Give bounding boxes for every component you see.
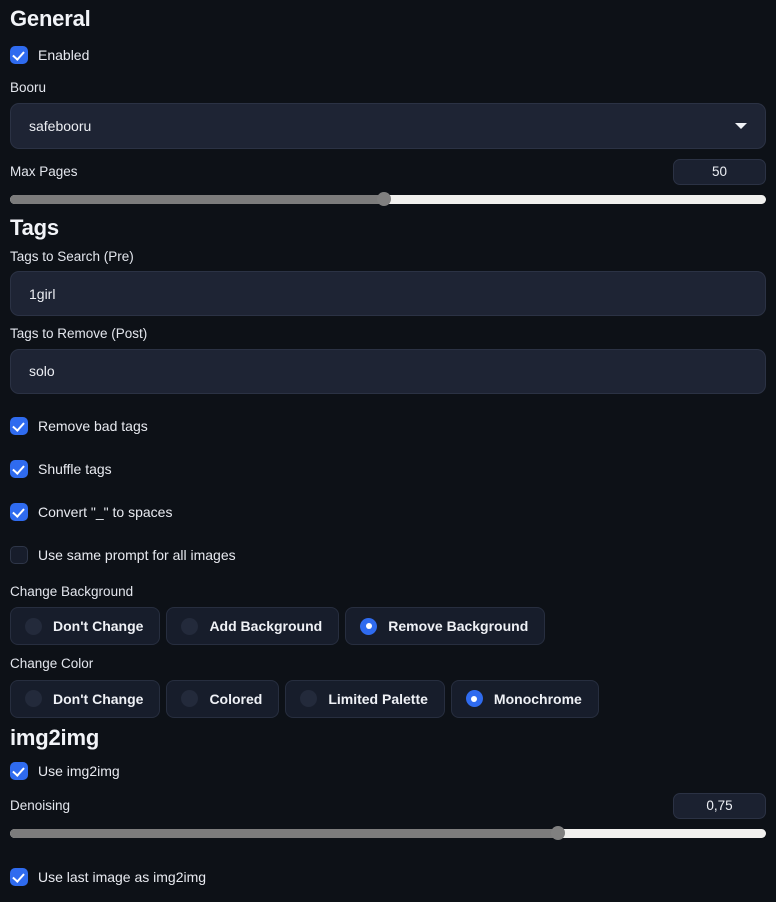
label-change-color: Change Color (10, 656, 94, 671)
select-booru-value: safebooru (29, 117, 92, 134)
input-tags-to-search[interactable]: 1girl (10, 271, 766, 316)
label-change-background: Change Background (10, 583, 134, 599)
radio-option-add-background[interactable]: Add Background (166, 607, 340, 645)
radio-icon-monochrome[interactable] (465, 690, 483, 707)
max-pages-value-input[interactable]: 50 (673, 158, 766, 185)
slider-max-pages[interactable] (10, 191, 766, 206)
radio-label-monochrome: Monochrome (493, 690, 582, 707)
checkbox-row-shuffle-tags[interactable]: Shuffle tags (10, 458, 766, 480)
slider-max-pages-fill (10, 194, 385, 204)
checkbox-row-use-img2img[interactable]: Use img2img (10, 760, 766, 782)
checkbox-use-img2img-label: Use img2img (38, 762, 120, 779)
checkbox-row-convert-underscores[interactable]: Convert "_" to spaces (10, 501, 766, 523)
checkbox-convert-underscores-label: Convert "_" to spaces (38, 503, 173, 520)
radio-icon-add-background[interactable] (181, 617, 199, 635)
checkbox-use-img2img-icon[interactable] (10, 761, 28, 780)
label-denoising: Denoising (10, 797, 71, 813)
radio-label-dont-change-color: Don't Change (53, 690, 144, 707)
checkbox-shuffle-tags-label: Shuffle tags (38, 460, 112, 477)
radio-icon-dont-change-color[interactable] (25, 690, 42, 707)
section-title-general: General (10, 6, 91, 31)
slider-max-pages-thumb[interactable] (377, 191, 392, 206)
input-tags-to-remove[interactable]: solo (10, 348, 766, 394)
checkbox-row-use-last-image[interactable]: Use last image as img2img (10, 866, 766, 888)
radio-label-colored: Colored (209, 690, 263, 707)
radio-label-dont-change-background: Don't Change (53, 618, 144, 634)
checkbox-convert-underscores-icon[interactable] (10, 502, 28, 521)
slider-denoising-fill (10, 828, 559, 838)
checkbox-use-last-image-icon[interactable] (10, 867, 28, 886)
checkbox-shuffle-tags-icon[interactable] (10, 459, 28, 478)
radio-option-limited-palette[interactable]: Limited Palette (285, 679, 445, 718)
checkbox-remove-bad-tags-icon[interactable] (10, 416, 28, 435)
checkbox-same-prompt-icon[interactable] (10, 545, 28, 564)
radio-icon-colored[interactable] (181, 690, 199, 707)
radio-option-monochrome[interactable]: Monochrome (450, 679, 599, 718)
chevron-down-icon[interactable] (735, 122, 747, 129)
slider-denoising[interactable] (10, 825, 766, 840)
settings-panel: General Enabled Booru safebooru Max Page… (0, 0, 776, 902)
label-tags-to-remove: Tags to Remove (Post) (10, 326, 148, 341)
checkbox-enabled-icon[interactable] (10, 46, 28, 64)
radio-option-remove-background[interactable]: Remove Background (345, 607, 546, 645)
label-booru: Booru (10, 80, 47, 95)
denoising-header: Denoising 0,75 (10, 792, 766, 819)
radio-label-remove-background: Remove Background (388, 618, 529, 634)
label-max-pages: Max Pages (10, 163, 78, 179)
radio-icon-remove-background[interactable] (360, 617, 378, 635)
radio-option-colored[interactable]: Colored (166, 679, 280, 718)
checkbox-row-same-prompt[interactable]: Use same prompt for all images (10, 544, 766, 566)
radio-icon-limited-palette[interactable] (300, 690, 318, 707)
label-tags-to-search: Tags to Search (Pre) (10, 248, 134, 264)
checkbox-use-last-image-label: Use last image as img2img (38, 868, 207, 885)
checkbox-remove-bad-tags-label: Remove bad tags (38, 417, 148, 434)
max-pages-header: Max Pages 50 (10, 158, 766, 185)
section-title-img2img: img2img (10, 724, 100, 750)
radio-option-dont-change-color[interactable]: Don't Change (10, 679, 161, 718)
checkbox-same-prompt-label: Use same prompt for all images (38, 546, 236, 563)
checkbox-row-enabled[interactable]: Enabled (10, 44, 766, 66)
denoising-value-input[interactable]: 0,75 (673, 792, 766, 819)
radio-group-change-color: Don't Change Colored Limited Palette Mon… (10, 679, 766, 718)
radio-label-limited-palette: Limited Palette (328, 690, 428, 707)
checkbox-enabled-label: Enabled (38, 47, 90, 63)
radio-label-add-background: Add Background (209, 618, 323, 634)
select-booru[interactable]: safebooru (10, 102, 766, 149)
radio-icon-dont-change-background[interactable] (25, 617, 42, 635)
section-title-tags: Tags (10, 214, 59, 240)
radio-group-change-background: Don't Change Add Background Remove Backg… (10, 607, 766, 645)
radio-option-dont-change-background[interactable]: Don't Change (10, 607, 161, 645)
slider-denoising-thumb[interactable] (551, 825, 566, 840)
checkbox-row-remove-bad-tags[interactable]: Remove bad tags (10, 415, 766, 437)
